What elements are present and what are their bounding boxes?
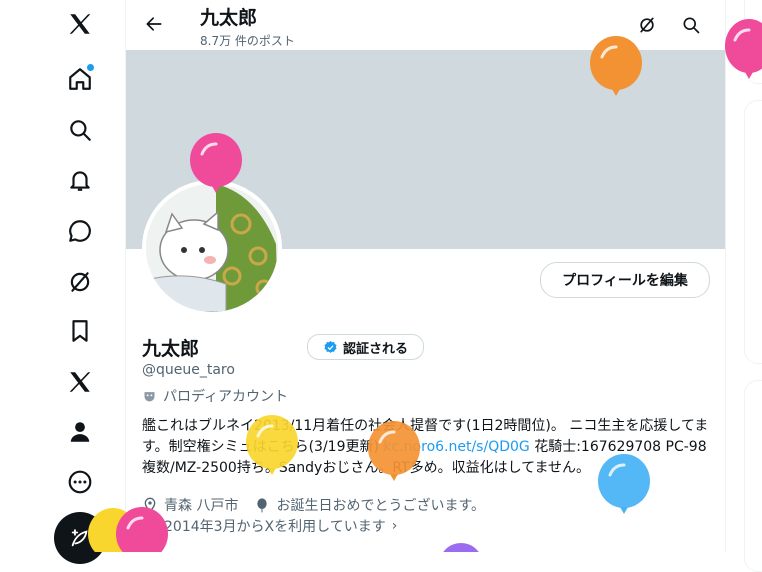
x-logo-icon[interactable]	[60, 4, 100, 44]
more-icon[interactable]	[60, 462, 100, 502]
left-navigation	[0, 0, 125, 564]
right-sidebar-card[interactable]	[744, 380, 762, 572]
edit-profile-button[interactable]: プロフィールを編集	[540, 262, 710, 298]
get-verified-label: 認証される	[342, 341, 408, 357]
grok-icon	[640, 17, 654, 33]
balloon-pink	[725, 19, 762, 79]
parody-mask-icon	[144, 391, 155, 401]
username: @queue_taro	[142, 362, 235, 378]
notifications-icon[interactable]	[60, 160, 100, 200]
balloon-orange	[590, 36, 642, 96]
grok-icon[interactable]	[60, 262, 100, 302]
profile-meta-line: 青森 八戸市 お誕生日おめでとうございます。	[142, 495, 485, 515]
parody-text: パロディアカウント	[163, 389, 289, 405]
right-sidebar-card[interactable]	[744, 100, 762, 364]
search-icon[interactable]	[60, 110, 100, 150]
post-count: 8.7万 件のポスト	[200, 34, 295, 48]
balloon-yellow	[246, 415, 298, 475]
bookmarks-icon[interactable]	[60, 311, 100, 351]
display-name: 九太郎	[142, 338, 200, 360]
back-arrow-icon	[146, 17, 162, 31]
location-text: 青森 八戸市	[164, 498, 239, 514]
profile-icon[interactable]	[60, 412, 100, 452]
chevron-right-icon: ›	[391, 518, 398, 534]
joined-line[interactable]: 2014年3月からXを利用しています ›	[142, 516, 397, 536]
balloon-purple	[443, 543, 479, 552]
back-button[interactable]	[140, 10, 168, 38]
balloon-blue	[598, 454, 650, 514]
parody-label: パロディアカウント	[142, 386, 288, 406]
notification-dot	[87, 64, 94, 71]
balloon-pink	[116, 507, 168, 552]
get-verified-button[interactable]: 認証される	[307, 334, 424, 360]
search-icon	[683, 17, 700, 34]
premium-x-icon[interactable]	[60, 362, 100, 402]
birthday-text: お誕生日おめでとうございます。	[276, 498, 486, 514]
balloon-icon	[257, 498, 268, 513]
balloon-pink	[190, 133, 242, 193]
header-title: 九太郎	[200, 7, 258, 29]
joined-text: 2014年3月からXを利用しています	[164, 519, 386, 535]
home-icon[interactable]	[60, 59, 100, 99]
balloon-orange	[368, 421, 420, 481]
search-button[interactable]	[676, 10, 706, 40]
messages-icon[interactable]	[60, 211, 100, 251]
verified-badge-icon	[324, 340, 337, 353]
